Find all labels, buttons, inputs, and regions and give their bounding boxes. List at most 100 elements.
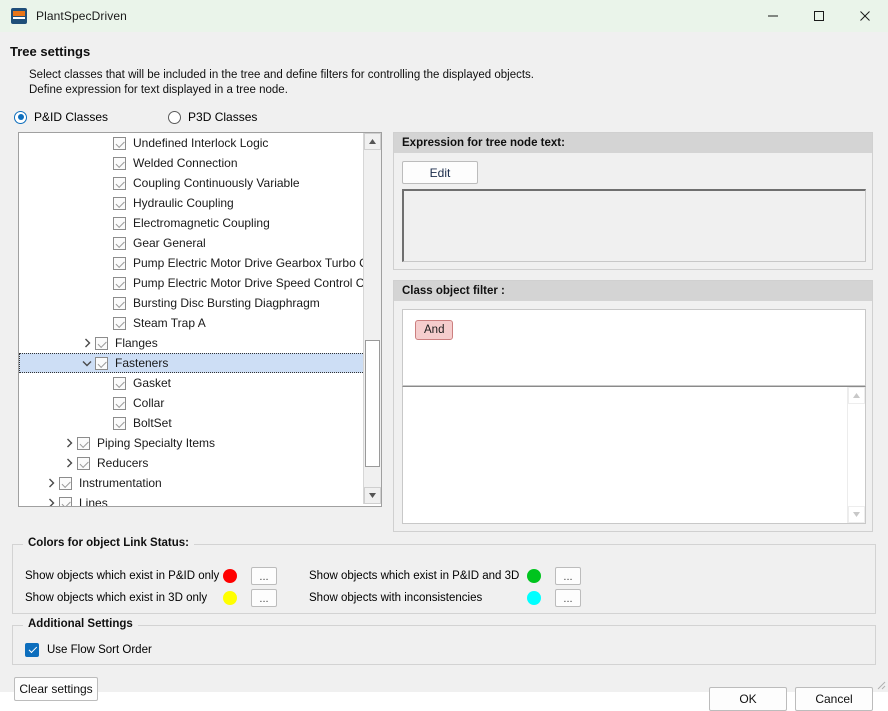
color-label-pid-and-3d: Show objects which exist in P&ID and 3D [309, 570, 527, 582]
tree-row-label: Collar [133, 396, 164, 410]
colors-fieldset: Colors for object Link Status: Show obje… [12, 544, 876, 614]
tree-row-checkbox[interactable] [77, 437, 90, 450]
tree-row[interactable]: Pump Electric Motor Drive Speed Control … [19, 273, 363, 293]
chevron-right-icon[interactable] [43, 473, 59, 493]
tree-row-label: Welded Connection [133, 156, 238, 170]
filter-expression-canvas[interactable]: And [402, 309, 866, 386]
chevron-down-icon[interactable] [79, 353, 95, 373]
maximize-button[interactable] [796, 0, 842, 32]
filter-detail-list[interactable] [402, 386, 866, 524]
radio-p3d-classes[interactable]: P3D Classes [168, 110, 257, 124]
tree-scroll-down-button[interactable] [364, 487, 381, 504]
filter-scroll-up-button[interactable] [848, 387, 865, 404]
color-row-pid-and-3d: Show objects which exist in P&ID and 3D … [309, 567, 581, 585]
tree-row-checkbox[interactable] [113, 257, 126, 270]
tree-row[interactable]: Undefined Interlock Logic [19, 133, 363, 153]
colors-legend: Colors for object Link Status: [23, 537, 194, 549]
tree-row[interactable]: Gear General [19, 233, 363, 253]
tree-row-label: Fasteners [115, 356, 168, 370]
minimize-button[interactable] [750, 0, 796, 32]
tree-scroll-up-button[interactable] [364, 133, 381, 150]
tree-row[interactable]: Steam Trap A [19, 313, 363, 333]
tree-row[interactable]: Collar [19, 393, 363, 413]
tree-row-label: Instrumentation [79, 476, 162, 490]
filter-and-chip[interactable]: And [415, 320, 453, 340]
tree-row[interactable]: Electromagnetic Coupling [19, 213, 363, 233]
chevron-right-icon[interactable] [43, 493, 59, 506]
tree-row[interactable]: Fasteners [19, 353, 363, 373]
chevron-right-icon[interactable] [61, 433, 77, 453]
tree-row[interactable]: Gasket [19, 373, 363, 393]
dialog-body: Tree settings Select classes that will b… [0, 32, 888, 692]
close-icon [859, 10, 871, 22]
tree-row-checkbox[interactable] [113, 297, 126, 310]
color-picker-button-3d-only[interactable]: ... [251, 589, 277, 607]
radio-pid-classes[interactable]: P&ID Classes [14, 110, 108, 124]
edit-expression-button[interactable]: Edit [402, 161, 478, 184]
scroll-down-icon [369, 493, 376, 498]
tree-row[interactable]: BoltSet [19, 413, 363, 433]
tree-row[interactable]: Piping Specialty Items [19, 433, 363, 453]
color-swatch-inconsistencies [527, 591, 541, 605]
tree-scrollbar[interactable] [363, 133, 381, 504]
page-title: Tree settings [10, 44, 90, 59]
chevron-right-icon[interactable] [61, 453, 77, 473]
ok-button[interactable]: OK [709, 687, 787, 711]
color-row-pid-only: Show objects which exist in P&ID only ..… [25, 567, 277, 585]
clear-settings-button[interactable]: Clear settings [14, 677, 98, 701]
tree-row-checkbox[interactable] [113, 157, 126, 170]
tree-row-label: Steam Trap A [133, 316, 206, 330]
close-button[interactable] [842, 0, 888, 32]
title-bar: PlantSpecDriven [0, 0, 888, 33]
tree-row-checkbox[interactable] [113, 237, 126, 250]
tree-row-label: Hydraulic Coupling [133, 196, 234, 210]
tree-row-checkbox[interactable] [113, 177, 126, 190]
tree-row-checkbox[interactable] [113, 217, 126, 230]
tree-indent-spacer [97, 293, 113, 313]
tree-row[interactable]: Coupling Continuously Variable [19, 173, 363, 193]
color-label-inconsistencies: Show objects with inconsistencies [309, 592, 527, 604]
tree-indent-spacer [97, 273, 113, 293]
tree-row-checkbox[interactable] [113, 137, 126, 150]
tree-row-label: Gear General [133, 236, 206, 250]
tree-row-checkbox[interactable] [113, 417, 126, 430]
tree-row-checkbox[interactable] [95, 337, 108, 350]
tree-row[interactable]: Flanges [19, 333, 363, 353]
tree-row[interactable]: Pump Electric Motor Drive Gearbox Turbo … [19, 253, 363, 273]
window-controls [750, 0, 888, 32]
radio-p3d-classes-label: P3D Classes [188, 110, 257, 124]
cancel-button[interactable]: Cancel [795, 687, 873, 711]
tree-row-checkbox[interactable] [113, 377, 126, 390]
tree-indent-spacer [97, 213, 113, 233]
tree-row-checkbox[interactable] [59, 497, 72, 507]
tree-row-checkbox[interactable] [59, 477, 72, 490]
tree-row-checkbox[interactable] [95, 357, 108, 370]
tree-row-checkbox[interactable] [113, 397, 126, 410]
description-line-2: Define expression for text displayed in … [29, 83, 534, 98]
tree-row-checkbox[interactable] [113, 277, 126, 290]
class-tree[interactable]: Undefined Interlock Logic Welded Connecti… [18, 132, 382, 507]
tree-scrollbar-thumb[interactable] [365, 340, 380, 467]
tree-row-checkbox[interactable] [113, 197, 126, 210]
tree-row-checkbox[interactable] [77, 457, 90, 470]
filter-list-scrollbar[interactable] [847, 387, 865, 523]
tree-row[interactable]: Hydraulic Coupling [19, 193, 363, 213]
filter-scroll-down-button[interactable] [848, 506, 865, 523]
chevron-right-icon[interactable] [79, 333, 95, 353]
tree-row[interactable]: Reducers [19, 453, 363, 473]
expression-textarea[interactable] [402, 189, 866, 262]
tree-row[interactable]: Welded Connection [19, 153, 363, 173]
description-line-1: Select classes that will be included in … [29, 68, 534, 83]
additional-settings-legend: Additional Settings [23, 618, 138, 630]
color-picker-button-pid-and-3d[interactable]: ... [555, 567, 581, 585]
tree-row-label: Pump Electric Motor Drive Gearbox Turbo … [133, 256, 363, 270]
tree-row-checkbox[interactable] [113, 317, 126, 330]
color-picker-button-pid-only[interactable]: ... [251, 567, 277, 585]
use-flow-sort-order-checkbox[interactable]: Use Flow Sort Order [25, 643, 152, 657]
tree-row[interactable]: Instrumentation [19, 473, 363, 493]
resize-grip-icon[interactable] [874, 678, 886, 690]
tree-row[interactable]: Bursting Disc Bursting Diagphragm [19, 293, 363, 313]
additional-settings-fieldset: Additional Settings Use Flow Sort Order [12, 625, 876, 665]
color-picker-button-inconsistencies[interactable]: ... [555, 589, 581, 607]
tree-row[interactable]: Lines [19, 493, 363, 506]
